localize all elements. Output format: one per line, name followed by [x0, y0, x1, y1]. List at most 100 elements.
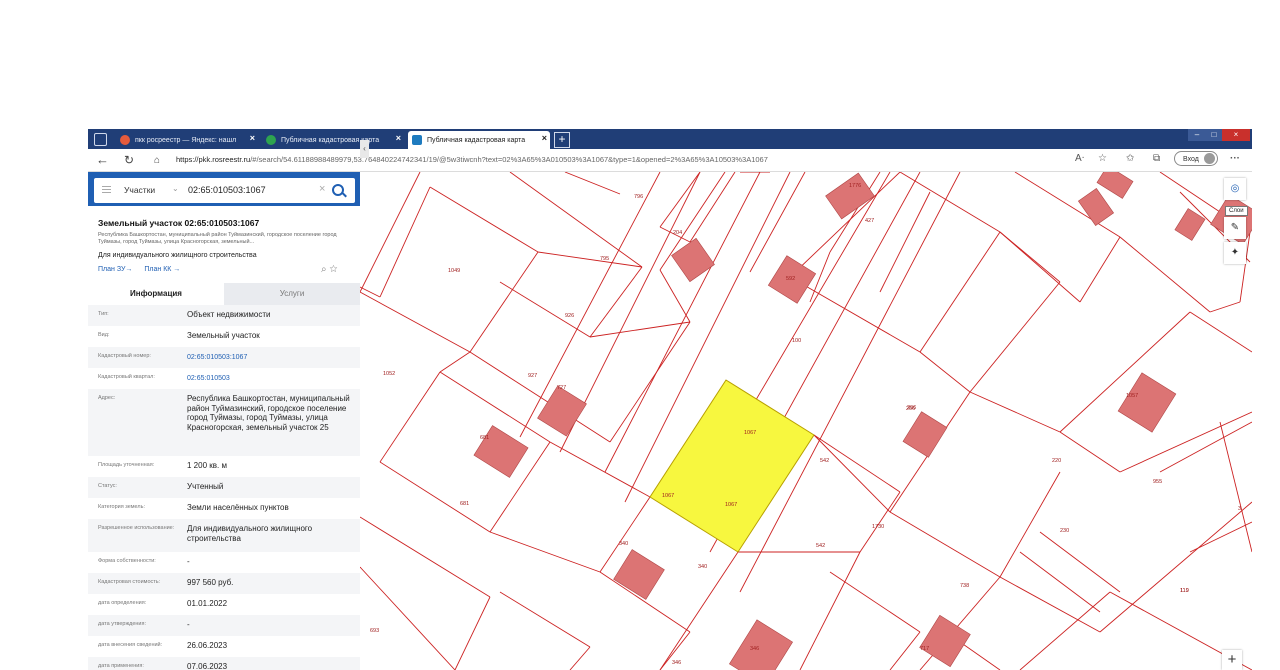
parcel-boundary [360, 286, 381, 298]
parcel-boundary [1189, 521, 1252, 553]
tab-actions-icon[interactable] [94, 133, 107, 146]
avatar [1204, 153, 1215, 164]
search-category[interactable]: Участки [124, 185, 155, 195]
parcel-boundary [429, 186, 539, 253]
search-input[interactable]: 02:65:010503:1067 [188, 185, 266, 195]
building-footprint [919, 614, 971, 668]
plan-zu-link[interactable]: План ЗУ→ [98, 266, 132, 273]
parcel-number-label: 1057 [1126, 393, 1138, 399]
menu-icon[interactable] [102, 186, 111, 187]
search-icon[interactable] [332, 184, 344, 196]
favorites-icon[interactable]: ✩ [1126, 153, 1134, 164]
zoom-in-button[interactable]: + [1222, 650, 1242, 670]
yandex-icon [120, 135, 130, 145]
ruler-icon[interactable]: ✎ [1224, 217, 1246, 239]
attribute-row: дата определения: 01.01.2022 [88, 594, 360, 615]
cadastral-map[interactable]: 796 427 1049 795 926 1052 927 100 681 1067 542 206 2… [360, 172, 1252, 670]
parcel-boundary [999, 231, 1081, 303]
zoom-to-icon[interactable]: ⌕ [321, 264, 327, 275]
tab-pkk-active[interactable]: Публичная кадастровая карта × [408, 131, 550, 149]
building-footprint [1096, 172, 1134, 199]
locate-icon[interactable]: ✦ [1224, 242, 1246, 264]
parcel-number-label: 738 [960, 583, 969, 589]
read-aloud-icon[interactable]: Aᐧ [1075, 153, 1084, 164]
parcel-number-label: 206 [906, 406, 915, 412]
attribute-value: Учтенный [187, 482, 224, 491]
parcel-boundary [499, 591, 591, 648]
close-icon[interactable]: × [542, 133, 547, 143]
attribute-value: Республика Башкортостан, муниципальный р… [187, 394, 350, 432]
layers-icon[interactable]: ◎ [1224, 178, 1246, 200]
attribute-key: дата внесения сведений: [98, 642, 163, 648]
collapse-sidebar-button[interactable]: ‹ [360, 140, 369, 158]
parcel-number-label: 340 [698, 564, 707, 570]
chevron-down-icon[interactable]: ⌄ [172, 184, 179, 193]
reload-icon[interactable]: ↻ [124, 152, 134, 168]
login-button[interactable]: Вход [1174, 151, 1218, 166]
parcel-boundary [589, 266, 643, 338]
parcel-number-label: 717 [920, 646, 929, 652]
attribute-value: 07.06.2023 [187, 662, 228, 670]
tab-services[interactable]: Услуги [224, 283, 360, 305]
parcel-number-label: 1776 [849, 183, 861, 189]
tab-bar: пкк росреестр — Яндекс: нашл × Публичная… [88, 129, 1252, 149]
lock-icon[interactable]: ⌂ [154, 153, 160, 169]
favorites-add-icon[interactable]: ☆ [1098, 153, 1107, 164]
building-footprint [728, 619, 794, 670]
parcel-number-label: 955 [1153, 479, 1162, 485]
maximize-button[interactable]: □ [1206, 129, 1222, 141]
parcel-number-label: 346 [750, 646, 759, 652]
parcel-boundary [360, 291, 471, 353]
parcel-boundary [959, 641, 1001, 670]
search-box[interactable]: Участки ⌄ 02:65:010503:1067 × [94, 178, 355, 203]
parcel-boundary [739, 172, 961, 593]
minimize-button[interactable]: – [1188, 129, 1206, 141]
attribute-key: Адрес: [98, 395, 116, 401]
attribute-key: дата применения: [98, 663, 144, 669]
attribute-value[interactable]: 02:65:010503 [187, 374, 355, 384]
collections-icon[interactable]: ⧉ [1153, 153, 1160, 164]
parcel-boundary [1159, 421, 1252, 473]
parcel-boundary [969, 281, 1061, 393]
tab-title: Публичная кадастровая карта [427, 136, 526, 144]
close-window-button[interactable]: × [1222, 129, 1250, 141]
tab-information[interactable]: Информация [88, 283, 224, 305]
favorite-star-icon[interactable]: ☆ [329, 264, 337, 275]
attribute-row: дата применения: 07.06.2023 [88, 657, 360, 670]
parcel-number-label: 100 [792, 338, 801, 344]
building-footprint [1077, 187, 1115, 227]
attribute-key: Тип: [98, 311, 109, 317]
tab-yandex[interactable]: пкк росреестр — Яндекс: нашл × [116, 131, 258, 149]
clear-icon[interactable]: × [319, 183, 325, 195]
plan-kk-link[interactable]: План КК → [144, 266, 180, 273]
parcel-boundary [889, 511, 1001, 578]
parcel-boundary [813, 434, 891, 513]
attribute-key: Площадь уточненная: [98, 462, 155, 468]
parcel-number-label: 220 [1052, 458, 1061, 464]
attribute-value: 26.06.2023 [187, 641, 228, 650]
parcel-boundary [360, 516, 491, 598]
attribute-value[interactable]: 02:65:010503:1067 [187, 353, 355, 363]
url-field[interactable]: https://pkk.rosreestr.ru/#/search/54.611… [176, 155, 768, 164]
info-tabs: Информация Услуги [88, 283, 360, 305]
attribute-row: Тип: Объект недвижимости [88, 305, 360, 326]
back-icon[interactable]: ← [96, 152, 109, 168]
parcel-boundary [689, 172, 736, 243]
parcel-boundary [379, 186, 431, 298]
close-icon[interactable]: × [250, 133, 255, 143]
attribute-row: дата внесения сведений: 26.06.2023 [88, 636, 360, 657]
parcel-number-label: 1730 [872, 524, 884, 530]
parcel-boundary [999, 471, 1061, 578]
close-icon[interactable]: × [396, 133, 401, 143]
parcel-boundary [1189, 311, 1252, 353]
attribute-row: Категория земель: Земли населённых пункто… [88, 498, 360, 519]
map-canvas[interactable]: 796 427 1049 795 926 1052 927 100 681 1067 542 206 2… [360, 172, 1252, 670]
parcel-boundary [919, 231, 1001, 353]
attribute-value: - [187, 620, 190, 629]
parcel-boundary [509, 172, 643, 268]
parcel-number-label: 681 [460, 501, 469, 507]
new-tab-button[interactable]: + [554, 132, 570, 148]
more-icon[interactable]: ··· [1230, 153, 1240, 164]
tab-pkk-1[interactable]: Публичная кадастровая карта × [262, 131, 404, 149]
parcel-number-label: 427 [865, 218, 874, 224]
